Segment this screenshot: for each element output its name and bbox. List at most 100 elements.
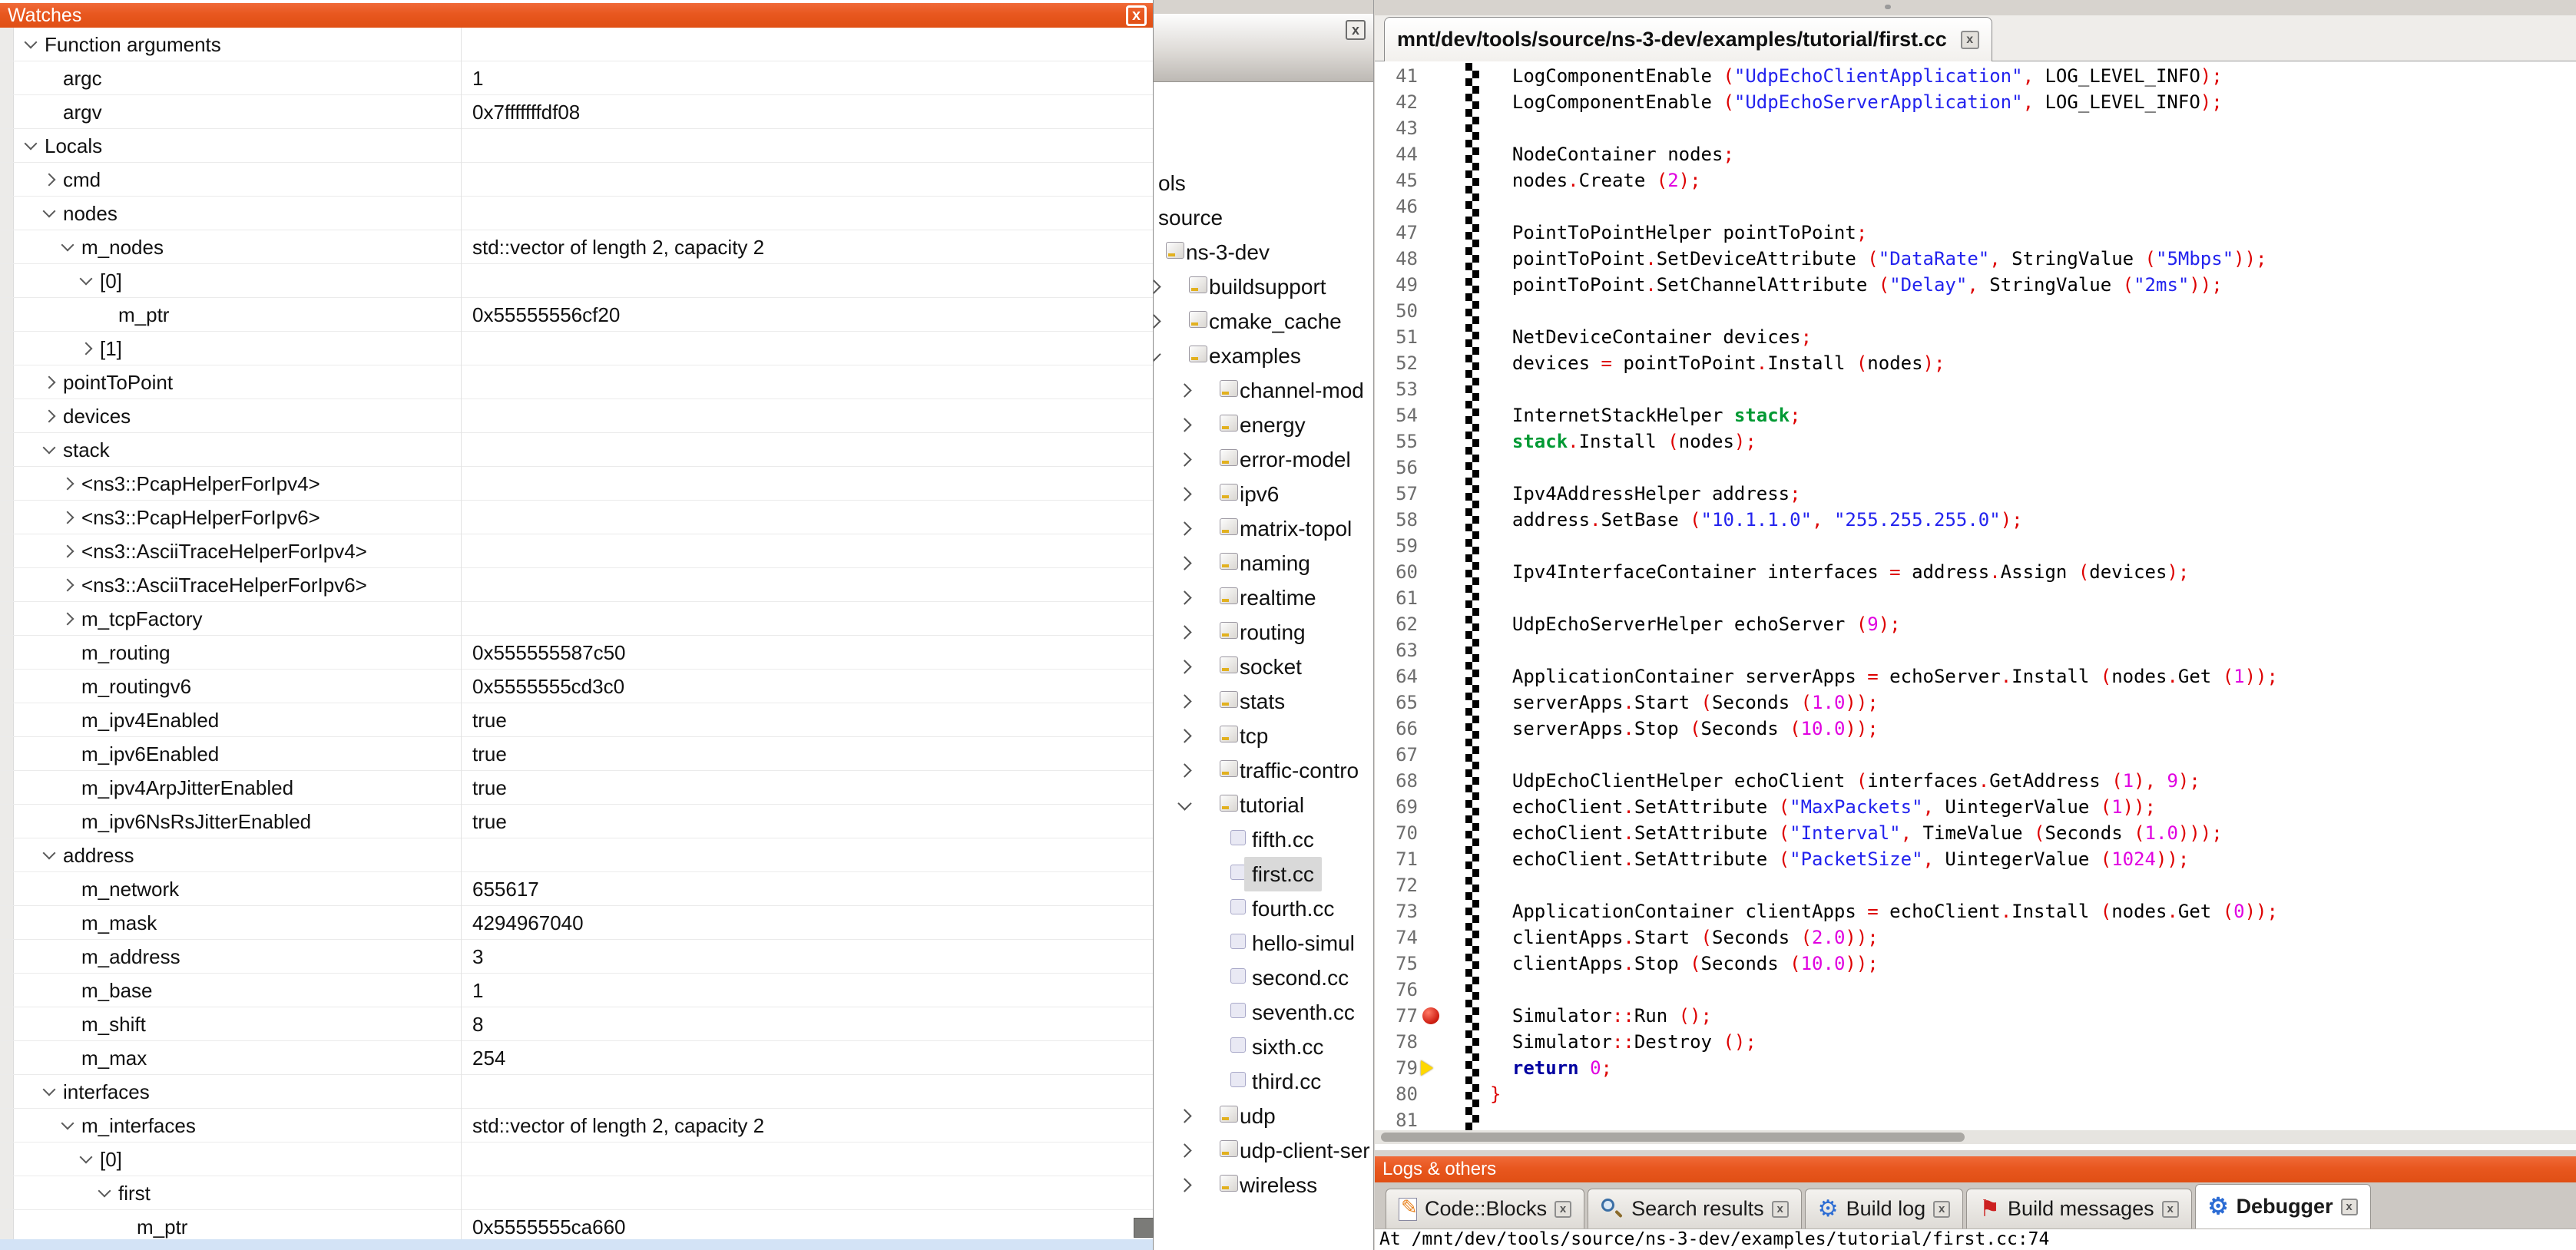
tree-item[interactable]: wireless [1154, 1168, 1374, 1202]
tree-item[interactable]: hello-simul [1154, 926, 1374, 961]
code-line[interactable]: 55 stack.Install (nodes); [1375, 428, 2576, 455]
line-number[interactable]: 47 [1375, 220, 1418, 246]
line-number[interactable]: 42 [1375, 89, 1418, 115]
chevron-down-icon[interactable] [1154, 347, 1161, 361]
line-number[interactable]: 60 [1375, 559, 1418, 585]
line-number[interactable]: 50 [1375, 298, 1418, 324]
tree-item[interactable]: tcp [1154, 719, 1374, 753]
tree-item[interactable]: socket [1154, 650, 1374, 684]
line-number[interactable]: 77 [1375, 1003, 1418, 1029]
chevron-right-icon[interactable] [1177, 521, 1191, 535]
management-panel-header[interactable]: x [1154, 14, 1373, 82]
watch-row[interactable]: argc1 [0, 61, 1153, 95]
watch-row[interactable]: m_base1 [0, 974, 1153, 1007]
code-line[interactable]: 50 [1375, 298, 2576, 324]
tree-item[interactable]: cmake_cache [1154, 304, 1374, 339]
line-number[interactable]: 81 [1375, 1107, 1418, 1130]
close-icon[interactable]: x [2162, 1201, 2179, 1218]
tree-item[interactable]: fourth.cc [1154, 891, 1374, 926]
line-number[interactable]: 45 [1375, 167, 1418, 193]
code-line[interactable]: 72 [1375, 872, 2576, 898]
watch-row[interactable]: [0] [0, 1143, 1153, 1176]
tree-item[interactable]: realtime [1154, 580, 1374, 615]
watch-row[interactable]: m_nodesstd::vector of length 2, capacity… [0, 230, 1153, 264]
chevron-right-icon[interactable] [1177, 452, 1191, 466]
tree-item[interactable]: udp [1154, 1099, 1374, 1133]
chevron-down-icon[interactable] [43, 205, 56, 218]
tree-item[interactable]: tutorial [1154, 788, 1374, 822]
code-line[interactable]: 73 ApplicationContainer clientApps = ech… [1375, 898, 2576, 924]
line-number[interactable]: 53 [1375, 376, 1418, 402]
code-line[interactable]: 51 NetDeviceContainer devices; [1375, 324, 2576, 350]
code-line[interactable]: 76 [1375, 977, 2576, 1003]
watch-row[interactable]: argv0x7fffffffdf08 [0, 95, 1153, 129]
close-icon[interactable]: x [1346, 20, 1366, 40]
close-icon[interactable]: x [1933, 1201, 1950, 1218]
chevron-down-icon[interactable] [43, 847, 56, 860]
line-number[interactable]: 49 [1375, 272, 1418, 298]
watch-row[interactable]: m_interfacesstd::vector of length 2, cap… [0, 1109, 1153, 1143]
watch-row[interactable]: [1] [0, 332, 1153, 365]
chevron-right-icon[interactable] [1177, 487, 1191, 501]
chevron-down-icon[interactable] [80, 273, 93, 286]
tree-item[interactable]: first.cc [1154, 857, 1374, 891]
line-number[interactable]: 41 [1375, 63, 1418, 89]
tree-item[interactable]: traffic-contro [1154, 753, 1374, 788]
code-line[interactable]: 47 PointToPointHelper pointToPoint; [1375, 220, 2576, 246]
code-line[interactable]: 65 serverApps.Start (Seconds (1.0)); [1375, 689, 2576, 716]
code-area[interactable]: 41 LogComponentEnable ("UdpEchoClientApp… [1375, 63, 2576, 1130]
watch-row[interactable]: first [0, 1176, 1153, 1210]
code-line[interactable]: 64 ApplicationContainer serverApps = ech… [1375, 663, 2576, 689]
close-icon[interactable]: x [1961, 31, 1979, 49]
line-number[interactable]: 65 [1375, 689, 1418, 716]
tree-item[interactable]: naming [1154, 546, 1374, 580]
tree-item[interactable]: examples [1154, 339, 1374, 373]
watch-row[interactable]: Function arguments [0, 28, 1153, 61]
chevron-right-icon[interactable] [43, 410, 56, 423]
line-number[interactable]: 78 [1375, 1029, 1418, 1055]
code-line[interactable]: 43 [1375, 115, 2576, 141]
watch-row[interactable]: devices [0, 399, 1153, 433]
watches-title-bar[interactable]: Watches x [0, 3, 1153, 28]
chevron-right-icon[interactable] [61, 545, 74, 558]
code-line[interactable]: 79 return 0; [1375, 1055, 2576, 1081]
chevron-right-icon[interactable] [1177, 556, 1191, 570]
line-number[interactable]: 56 [1375, 455, 1418, 481]
chevron-right-icon[interactable] [80, 342, 93, 355]
line-number[interactable]: 76 [1375, 977, 1418, 1003]
close-icon[interactable]: x [1126, 5, 1147, 26]
tree-item[interactable]: matrix-topol [1154, 511, 1374, 546]
breakpoint-icon[interactable] [1422, 1007, 1439, 1024]
line-number[interactable]: 73 [1375, 898, 1418, 924]
code-line[interactable]: 49 pointToPoint.SetChannelAttribute ("De… [1375, 272, 2576, 298]
code-line[interactable]: 81 [1375, 1107, 2576, 1130]
line-number[interactable]: 69 [1375, 794, 1418, 820]
watch-row[interactable]: m_address3 [0, 940, 1153, 974]
line-number[interactable]: 44 [1375, 141, 1418, 167]
watch-row[interactable]: m_tcpFactory [0, 602, 1153, 636]
watch-row[interactable]: [0] [0, 264, 1153, 298]
tree-item[interactable]: ns-3-dev [1154, 235, 1374, 270]
watch-row[interactable]: Locals [0, 129, 1153, 163]
chevron-right-icon[interactable] [1177, 729, 1191, 742]
code-line[interactable]: 46 [1375, 193, 2576, 220]
watch-row[interactable]: interfaces [0, 1075, 1153, 1109]
line-number[interactable]: 66 [1375, 716, 1418, 742]
code-line[interactable]: 42 LogComponentEnable ("UdpEchoServerApp… [1375, 89, 2576, 115]
chevron-right-icon[interactable] [61, 613, 74, 626]
line-number[interactable]: 51 [1375, 324, 1418, 350]
tree-item[interactable]: ols [1154, 166, 1374, 200]
chevron-right-icon[interactable] [1177, 383, 1191, 397]
scrollbar-thumb[interactable] [1381, 1133, 1965, 1142]
line-number[interactable]: 54 [1375, 402, 1418, 428]
watch-row[interactable]: cmd [0, 163, 1153, 197]
code-line[interactable]: 53 [1375, 376, 2576, 402]
code-line[interactable]: 77 Simulator::Run (); [1375, 1003, 2576, 1029]
horizontal-scrollbar[interactable] [1375, 1130, 2576, 1144]
watch-row[interactable]: m_ipv6Enabledtrue [0, 737, 1153, 771]
tree-item[interactable]: stats [1154, 684, 1374, 719]
code-line[interactable]: 80} [1375, 1081, 2576, 1107]
chevron-right-icon[interactable] [1177, 1143, 1191, 1157]
code-line[interactable]: 61 [1375, 585, 2576, 611]
watch-row[interactable]: <ns3::PcapHelperForIpv4> [0, 467, 1153, 501]
